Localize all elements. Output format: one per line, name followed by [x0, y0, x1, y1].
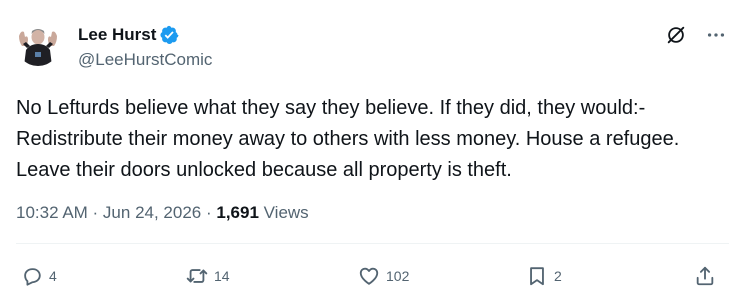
like-button[interactable]: 102 [358, 262, 409, 290]
share-icon [696, 266, 714, 286]
more-icon[interactable] [705, 24, 727, 46]
repost-count: 14 [214, 268, 230, 284]
post: Lee Hurst @LeeHurstComic No Lefturds bel… [0, 0, 745, 308]
repost-icon [186, 269, 208, 283]
avatar-image [16, 22, 60, 66]
post-text: No Lefturds believe what they say they b… [16, 97, 680, 181]
share-button[interactable] [694, 262, 716, 290]
bookmark-button[interactable]: 2 [526, 262, 562, 290]
bookmark-icon [530, 267, 544, 286]
avatar[interactable] [16, 22, 60, 66]
heart-icon [359, 267, 379, 285]
reply-count: 4 [49, 268, 57, 284]
divider [16, 243, 729, 244]
author-display-name[interactable]: Lee Hurst [78, 24, 156, 46]
author-name-row: Lee Hurst [78, 24, 179, 46]
post-timestamp[interactable]: 10:32 AM · Jun 24, 2026 · [16, 203, 216, 222]
bookmark-count: 2 [554, 268, 562, 284]
reply-button[interactable]: 4 [21, 262, 57, 290]
views-label: Views [258, 203, 309, 222]
reply-icon [24, 268, 41, 286]
post-meta: 10:32 AM · Jun 24, 2026 · 1,691 Views [16, 202, 309, 224]
views-count[interactable]: 1,691 [216, 203, 259, 222]
verified-badge-icon[interactable] [159, 25, 179, 45]
repost-button[interactable]: 14 [186, 262, 230, 290]
author-handle[interactable]: @LeeHurstComic [78, 49, 212, 71]
like-count: 102 [386, 268, 410, 284]
grok-icon[interactable] [665, 24, 687, 46]
post-top-actions [665, 24, 727, 46]
action-bar: 4 14 102 2 [0, 262, 745, 290]
